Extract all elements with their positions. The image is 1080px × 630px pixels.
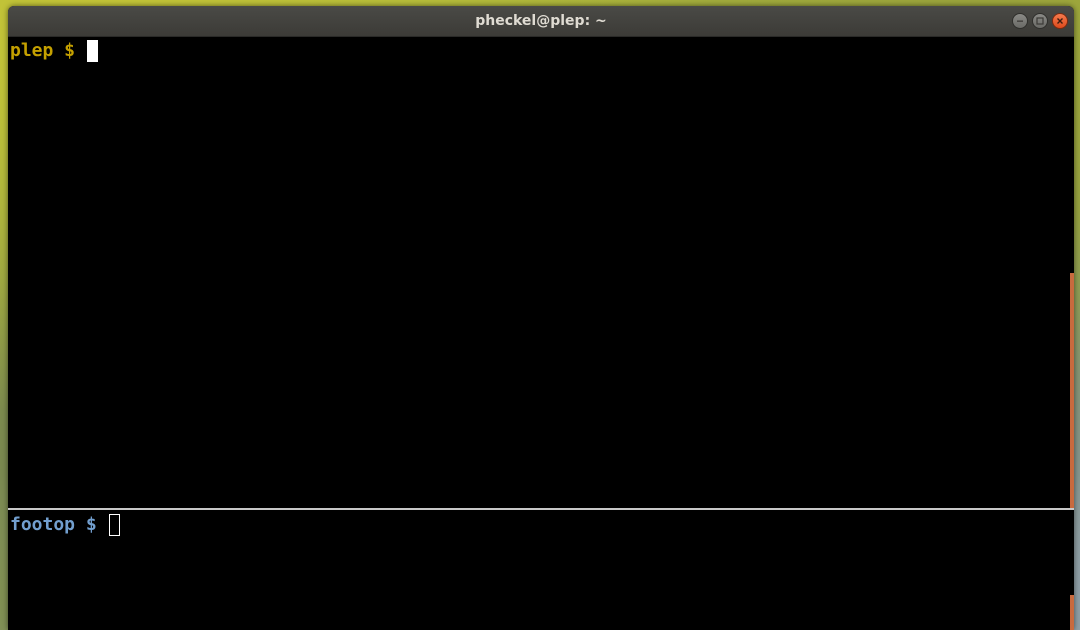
window-controls — [1012, 13, 1068, 29]
shell-prompt: footop $ — [10, 514, 108, 535]
text-cursor — [86, 40, 98, 62]
prompt-line-top: plep $ — [10, 38, 98, 64]
terminal-pane-top[interactable]: plep $ — [8, 37, 1070, 508]
shell-prompt: plep $ — [10, 40, 86, 61]
minimize-button[interactable] — [1012, 13, 1028, 29]
terminal-pane-bottom[interactable]: footop $ — [8, 511, 1070, 630]
terminal-window: pheckel@plep: ~ plep $ footop $ — [8, 6, 1074, 630]
pane-divider[interactable] — [8, 508, 1074, 510]
scroll-thumb[interactable] — [1070, 595, 1074, 630]
scroll-thumb[interactable] — [1070, 273, 1074, 508]
maximize-button[interactable] — [1032, 13, 1048, 29]
title-bar[interactable]: pheckel@plep: ~ — [8, 6, 1074, 37]
close-icon — [1057, 18, 1063, 24]
prompt-line-bottom: footop $ — [10, 512, 120, 538]
close-button[interactable] — [1052, 13, 1068, 29]
text-cursor — [108, 514, 120, 536]
maximize-icon — [1036, 17, 1044, 25]
window-title: pheckel@plep: ~ — [475, 13, 607, 29]
scrollbar-top[interactable] — [1070, 37, 1074, 508]
minimize-icon — [1017, 20, 1023, 22]
scrollbar-bottom[interactable] — [1070, 511, 1074, 630]
